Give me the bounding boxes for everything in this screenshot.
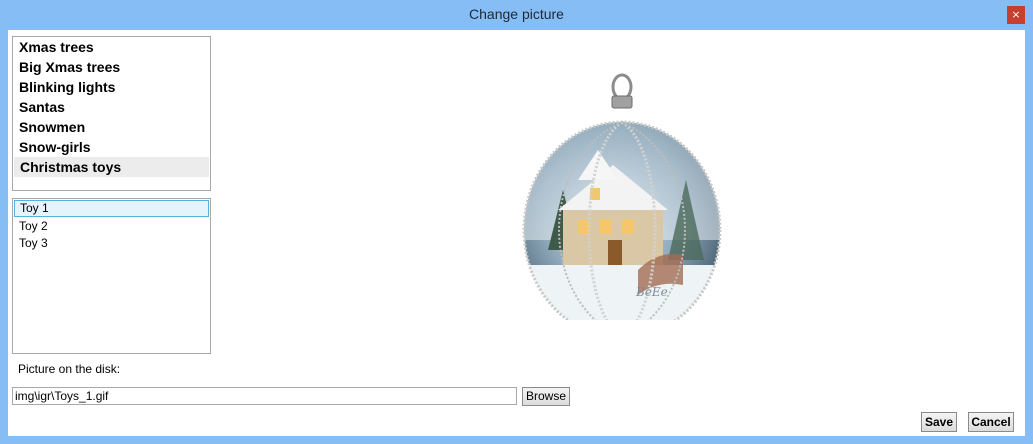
picture-item-toy-3[interactable]: Toy 3: [13, 235, 210, 252]
category-item-snow-girls[interactable]: Snow-girls: [13, 137, 210, 157]
category-item-big-xmas-trees[interactable]: Big Xmas trees: [13, 57, 210, 77]
change-picture-window: Change picture × Xmas trees Big Xmas tre…: [0, 0, 1033, 444]
category-list[interactable]: Xmas trees Big Xmas trees Blinking light…: [12, 36, 211, 191]
category-item-blinking-lights[interactable]: Blinking lights: [13, 77, 210, 97]
save-button[interactable]: Save: [921, 412, 957, 432]
picture-list[interactable]: Toy 1 Toy 2 Toy 3: [12, 198, 211, 354]
christmas-ornament-icon: BeEe: [522, 73, 722, 340]
category-item-santas[interactable]: Santas: [13, 97, 210, 117]
picture-on-disk-label: Picture on the disk:: [18, 362, 121, 376]
picture-path-input[interactable]: [12, 387, 517, 405]
close-button[interactable]: ×: [1007, 6, 1025, 24]
browse-button[interactable]: Browse: [522, 387, 570, 406]
close-icon: ×: [1011, 8, 1021, 21]
category-item-christmas-toys[interactable]: Christmas toys: [14, 157, 209, 177]
cancel-button[interactable]: Cancel: [968, 412, 1014, 432]
title-bar[interactable]: Change picture ×: [0, 0, 1033, 30]
picture-preview: BeEe: [518, 70, 726, 340]
category-item-xmas-trees[interactable]: Xmas trees: [13, 37, 210, 57]
picture-item-toy-1[interactable]: Toy 1: [14, 200, 209, 217]
window-title: Change picture: [469, 6, 564, 22]
dialog-content: Xmas trees Big Xmas trees Blinking light…: [8, 30, 1025, 436]
preview-signature: BeEe: [635, 285, 668, 299]
category-item-snowmen[interactable]: Snowmen: [13, 117, 210, 137]
picture-item-toy-2[interactable]: Toy 2: [13, 218, 210, 235]
